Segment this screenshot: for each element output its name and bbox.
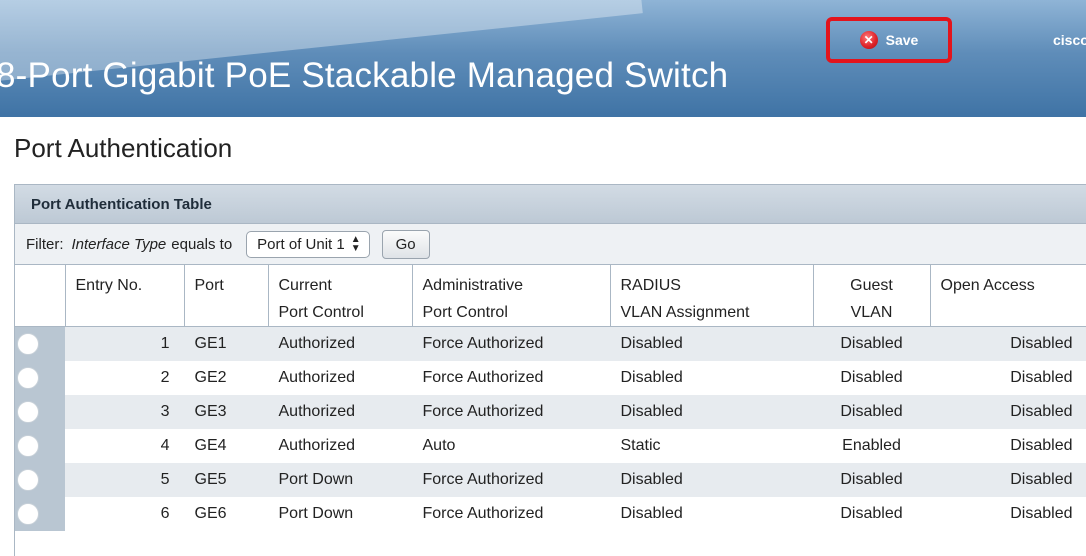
cell-port: GE4 (184, 428, 268, 463)
row-radio[interactable] (17, 332, 39, 355)
filter-bar: Filter: Interface Type equals to Port of… (15, 224, 1086, 265)
table-row: 3 GE3 Authorized Force Authorized Disabl… (15, 394, 1086, 429)
cell-port: GE5 (184, 462, 268, 497)
row-radio[interactable] (17, 502, 39, 525)
cell-current-port-control: Authorized (268, 394, 412, 429)
cell-open-access: Disabled (930, 394, 1086, 429)
cell-radius-vlan: Disabled (610, 496, 813, 531)
cell-open-access: Disabled (930, 326, 1086, 361)
cell-admin-port-control: Auto (412, 428, 610, 463)
cell-current-port-control: Authorized (268, 428, 412, 463)
table-header-row: Entry No. Port Current Port Control Admin… (15, 265, 1086, 327)
cell-guest-vlan: Enabled (813, 428, 930, 463)
cell-entry: 1 (65, 326, 184, 361)
table-row: 5 GE5 Port Down Force Authorized Disable… (15, 462, 1086, 497)
cell-current-port-control: Authorized (268, 326, 412, 361)
cell-port: GE1 (184, 326, 268, 361)
table-row: 1 GE1 Authorized Force Authorized Disabl… (15, 326, 1086, 361)
cell-radius-vlan: Disabled (610, 394, 813, 429)
page-title: Port Authentication (14, 133, 233, 163)
cell-current-port-control: Authorized (268, 360, 412, 395)
go-button[interactable]: Go (381, 229, 430, 259)
page-header: 8-Port Gigabit PoE Stackable Managed Swi… (0, 0, 1086, 117)
col-header-radius-vlan: RADIUS VLAN Assignment (610, 265, 814, 327)
cell-port: GE6 (184, 496, 268, 531)
col-header-entry: Entry No. (65, 265, 185, 327)
cell-guest-vlan: Disabled (813, 360, 930, 395)
col-header-open-access: Open Access (930, 265, 1086, 327)
col-header-guest-vlan: Guest VLAN (813, 265, 931, 327)
select-updown-icon: ▲ ▼ (350, 234, 361, 254)
row-select-cell (15, 462, 65, 497)
cell-current-port-control: Port Down (268, 462, 412, 497)
row-select-cell (15, 360, 65, 395)
cell-guest-vlan: Disabled (813, 496, 930, 531)
cell-admin-port-control: Force Authorized (412, 394, 610, 429)
cell-entry: 5 (65, 462, 184, 497)
col-header-current-port-control: Current Port Control (268, 265, 413, 327)
cell-radius-vlan: Disabled (610, 462, 813, 497)
save-label: Save (885, 32, 919, 48)
select-value: Port of Unit 1 (257, 235, 345, 253)
table-row: 6 GE6 Port Down Force Authorized Disable… (15, 496, 1086, 531)
cell-admin-port-control: Force Authorized (412, 496, 610, 531)
cell-admin-port-control: Force Authorized (412, 326, 610, 361)
interface-type-select[interactable]: Port of Unit 1 ▲ ▼ (246, 230, 370, 258)
cell-radius-vlan: Static (610, 428, 813, 463)
row-radio[interactable] (17, 434, 39, 457)
cell-open-access: Disabled (930, 496, 1086, 531)
port-authentication-table-panel: Port Authentication Table Filter: Interf… (14, 184, 1086, 556)
product-title: 8-Port Gigabit PoE Stackable Managed Swi… (0, 56, 729, 95)
table-row: 2 GE2 Authorized Force Authorized Disabl… (15, 360, 1086, 395)
cell-guest-vlan: Disabled (813, 462, 930, 497)
cell-guest-vlan: Disabled (813, 326, 930, 361)
save-button[interactable]: ✕ Save (838, 26, 940, 54)
row-radio[interactable] (17, 366, 39, 389)
cell-port: GE2 (184, 360, 268, 395)
table-caption: Port Authentication Table (15, 185, 1086, 224)
cell-guest-vlan: Disabled (813, 394, 930, 429)
cell-entry: 4 (65, 428, 184, 463)
row-radio[interactable] (17, 468, 39, 491)
cell-port: GE3 (184, 394, 268, 429)
cell-open-access: Disabled (930, 428, 1086, 463)
save-highlight-box: ✕ Save (826, 17, 952, 63)
save-alert-icon: ✕ (859, 31, 878, 49)
row-select-cell (15, 428, 65, 463)
cell-open-access: Disabled (930, 360, 1086, 395)
cell-radius-vlan: Disabled (610, 360, 813, 395)
cell-entry: 3 (65, 394, 184, 429)
table-row: 4 GE4 Authorized Auto Static Enabled Dis… (15, 428, 1086, 463)
col-header-admin-port-control: Administrative Port Control (412, 265, 611, 327)
filter-operator: equals to (171, 235, 233, 253)
cell-entry: 6 (65, 496, 184, 531)
col-header-port: Port (184, 265, 269, 327)
cell-open-access: Disabled (930, 462, 1086, 497)
port-auth-table: Entry No. Port Current Port Control Admin… (15, 265, 1086, 531)
cell-admin-port-control: Force Authorized (412, 360, 610, 395)
filter-field: Interface Type (71, 235, 167, 253)
row-select-cell (15, 496, 65, 531)
row-select-cell (15, 326, 65, 361)
col-header-select (15, 265, 66, 327)
row-radio[interactable] (17, 400, 39, 423)
cell-radius-vlan: Disabled (610, 326, 813, 361)
brand-logo-text: cisco (1053, 32, 1086, 48)
filter-label: Filter: (26, 235, 64, 253)
row-select-cell (15, 394, 65, 429)
cell-entry: 2 (65, 360, 184, 395)
cell-current-port-control: Port Down (268, 496, 412, 531)
cell-admin-port-control: Force Authorized (412, 462, 610, 497)
